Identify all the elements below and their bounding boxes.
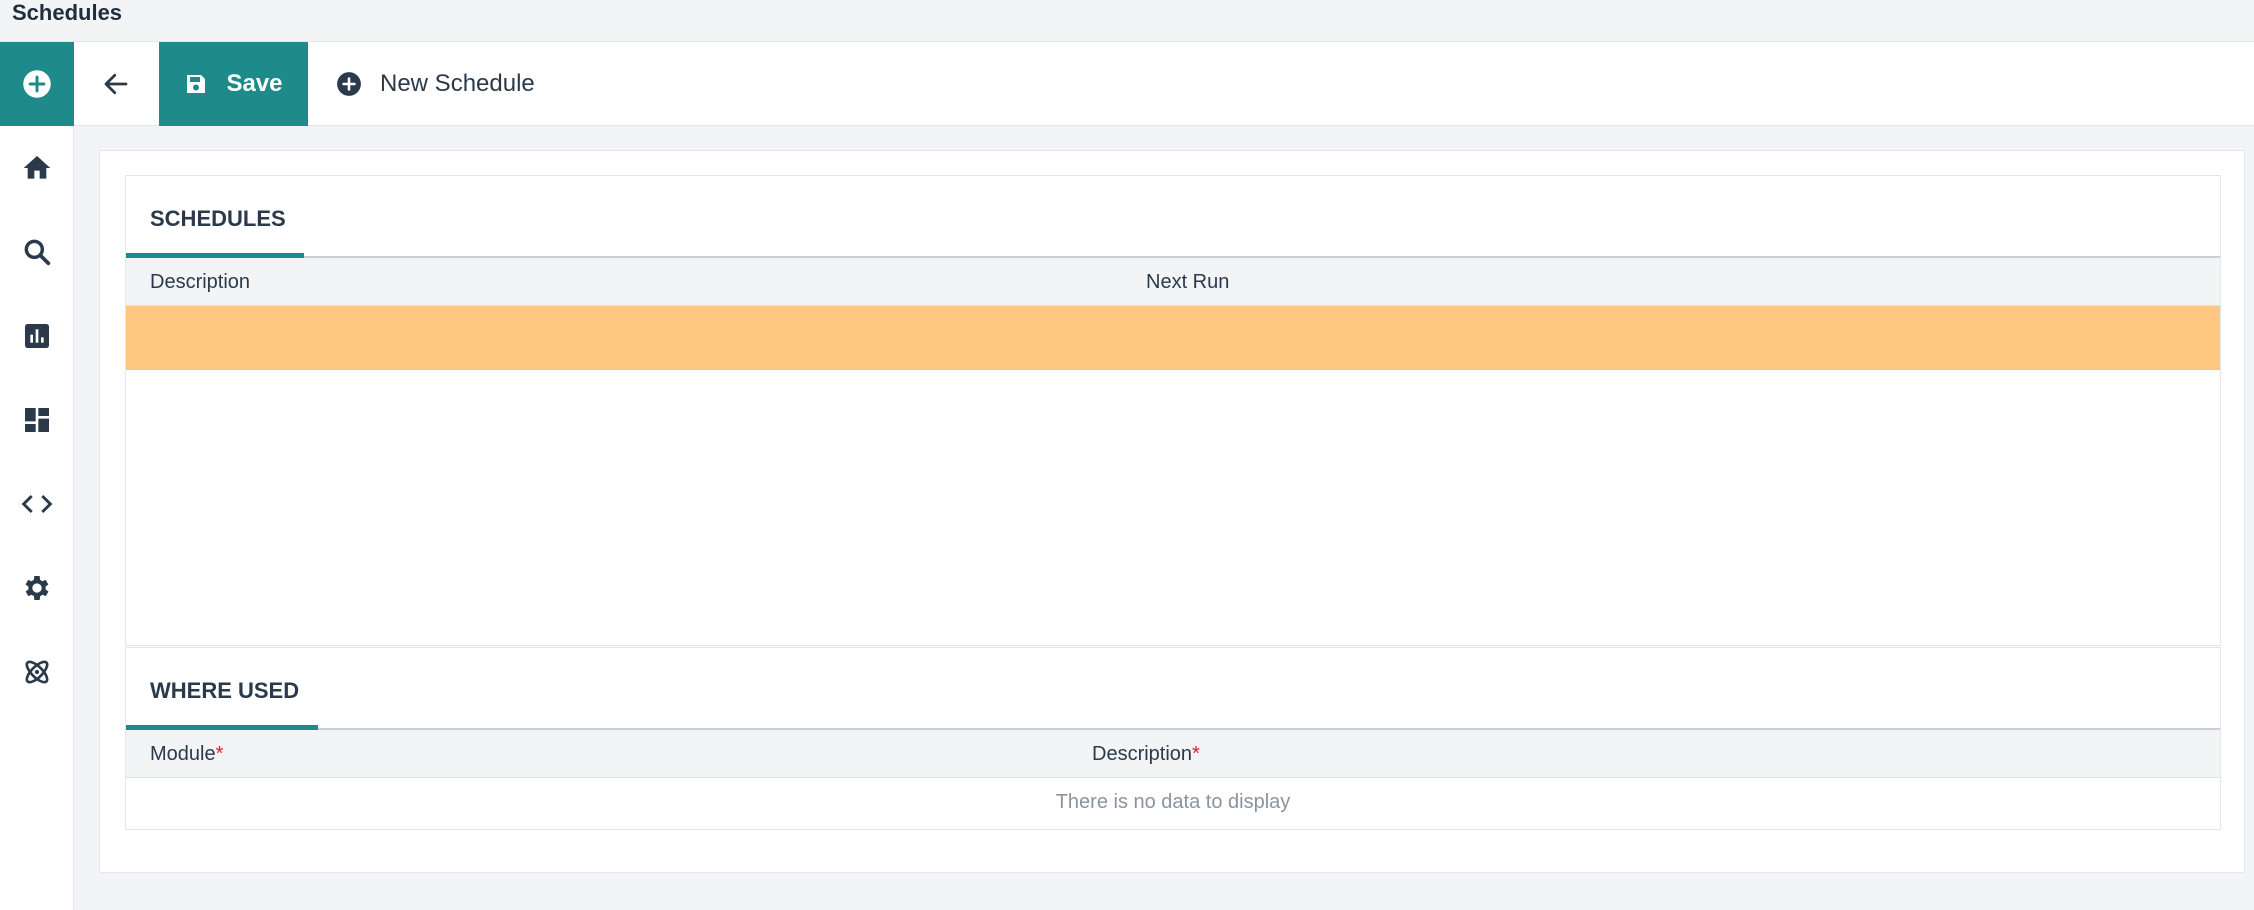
- schedules-table-header: Description Next Run: [126, 258, 2220, 306]
- chart-icon: [21, 320, 53, 352]
- plus-circle-icon: [336, 71, 362, 97]
- sidebar-item-search[interactable]: [0, 222, 74, 282]
- sidebar-item-home[interactable]: [0, 138, 74, 198]
- where-used-title[interactable]: WHERE USED: [150, 678, 299, 704]
- atom-icon: [21, 656, 53, 688]
- toolbar: Save New Schedule: [74, 42, 2254, 126]
- schedules-heading: SCHEDULES: [126, 176, 2220, 258]
- new-schedule-label: New Schedule: [380, 70, 535, 97]
- where-used-section: WHERE USED Module* Description* There is…: [125, 647, 2221, 830]
- plus-circle-icon: [22, 69, 52, 99]
- where-used-table-header: Module* Description*: [126, 730, 2220, 778]
- empty-state-message: There is no data to display: [1055, 791, 1291, 813]
- schedules-section: SCHEDULES Description Next Run: [125, 175, 2221, 646]
- required-marker: *: [1192, 743, 1200, 765]
- sidebar: [0, 42, 74, 910]
- floppy-disk-icon: [184, 72, 208, 96]
- column-header-description[interactable]: Description*: [1092, 730, 1200, 778]
- schedules-title[interactable]: SCHEDULES: [150, 206, 286, 232]
- sidebar-item-settings[interactable]: [0, 558, 74, 618]
- save-label: Save: [226, 70, 283, 97]
- code-icon: [21, 488, 53, 520]
- required-marker: *: [215, 743, 224, 765]
- gear-icon: [21, 572, 53, 604]
- where-used-heading: WHERE USED: [126, 648, 2220, 730]
- back-button[interactable]: [74, 42, 158, 126]
- column-header-description[interactable]: Description: [150, 258, 250, 306]
- title-bar: Schedules: [0, 0, 2254, 42]
- arrow-left-icon: [101, 69, 131, 99]
- page-title: Schedules: [12, 0, 123, 25]
- search-icon: [21, 236, 53, 268]
- new-schedule-button[interactable]: New Schedule: [336, 42, 535, 126]
- column-header-next-run[interactable]: Next Run: [1146, 258, 1229, 306]
- sidebar-item-reports[interactable]: [0, 306, 74, 366]
- sidebar-item-integrations[interactable]: [0, 642, 74, 702]
- table-row-selected[interactable]: [126, 306, 2220, 370]
- column-header-module[interactable]: Module*: [150, 730, 223, 778]
- home-icon: [21, 152, 53, 184]
- add-button[interactable]: [0, 42, 74, 126]
- sidebar-item-dashboards[interactable]: [0, 390, 74, 450]
- main-panel: SCHEDULES Description Next Run WHERE USE…: [99, 150, 2245, 873]
- sidebar-item-code[interactable]: [0, 474, 74, 534]
- save-button[interactable]: Save: [159, 42, 308, 126]
- dashboard-icon: [21, 404, 53, 436]
